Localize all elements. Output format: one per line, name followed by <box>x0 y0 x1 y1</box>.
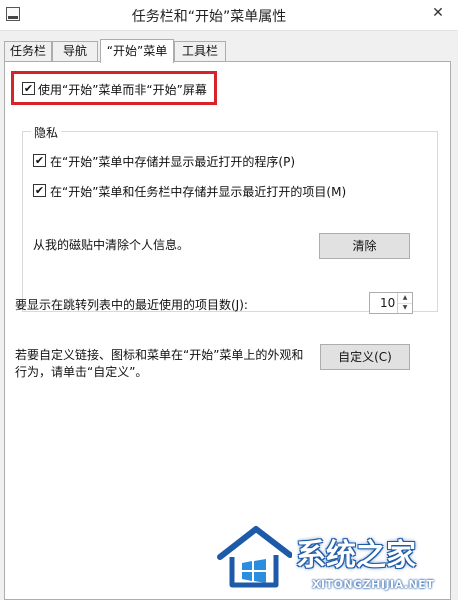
use-start-menu-label: 使用“开始”菜单而非“开始”屏幕 <box>38 83 207 97</box>
window-title: 任务栏和“开始”菜单属性 <box>131 9 287 25</box>
check-icon: ✔ <box>23 82 34 95</box>
customize-text-line2: 行为，请单击“自定义”。 <box>15 365 148 379</box>
tab-toolbars[interactable]: 工具栏 <box>174 41 226 61</box>
jumplist-count-label: 要显示在跳转列表中的最近使用的项目数(J): <box>15 298 248 312</box>
clear-tiles-text: 从我的磁贴中清除个人信息。 <box>33 238 190 252</box>
title-bar: 任务栏和“开始”菜单属性 ✕ <box>0 0 458 31</box>
tab-navigation[interactable]: 导航 <box>52 41 98 61</box>
use-start-menu-checkbox[interactable]: ✔ <box>22 82 35 95</box>
caret-down-icon[interactable]: ▼ <box>398 303 412 313</box>
customize-text-line1: 若要自定义链接、图标和菜单在“开始”菜单上的外观和 <box>15 348 304 362</box>
watermark-logo <box>217 526 292 588</box>
privacy-group-title: 隐私 <box>31 124 62 141</box>
tab-start-menu[interactable]: “开始”菜单 <box>100 39 174 63</box>
tab-taskbar[interactable]: 任务栏 <box>4 41 52 61</box>
stepper-arrows: ▲ ▼ <box>397 293 412 313</box>
customize-button[interactable]: 自定义(C) <box>320 344 410 370</box>
close-button[interactable]: ✕ <box>424 2 452 24</box>
close-icon: ✕ <box>432 5 444 21</box>
watermark-url: XITONGZHIJIA.NET <box>312 578 435 591</box>
clear-button[interactable]: 清除 <box>319 233 410 259</box>
store-items-checkbox[interactable]: ✔ <box>33 184 46 197</box>
check-icon: ✔ <box>34 184 45 197</box>
store-items-label: 在“开始”菜单和任务栏中存储并显示最近打开的项目(M) <box>50 185 347 199</box>
check-icon: ✔ <box>34 154 45 167</box>
watermark-text: 系统之家 <box>296 538 416 573</box>
store-programs-checkbox[interactable]: ✔ <box>33 154 46 167</box>
jumplist-count-value[interactable]: 10 <box>380 296 395 310</box>
start-menu-tab-panel: ✔ 使用“开始”菜单而非“开始”屏幕 隐私 ✔ 在“开始”菜单中存储并显示最近打… <box>4 61 451 600</box>
store-programs-label: 在“开始”菜单中存储并显示最近打开的程序(P) <box>50 155 296 169</box>
jumplist-count-stepper[interactable]: 10 ▲ ▼ <box>369 292 413 314</box>
